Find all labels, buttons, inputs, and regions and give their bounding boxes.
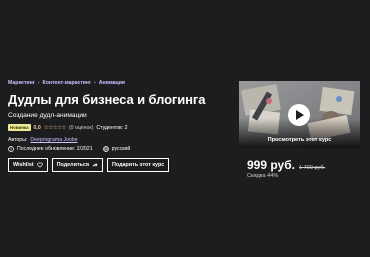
students-count: Студентов: 2 — [96, 124, 128, 131]
price-row: 999 руб. 1 790 руб. — [247, 158, 325, 172]
globe-icon — [102, 146, 109, 152]
rating-stars-icon: ☆☆☆☆☆ — [43, 124, 67, 131]
breadcrumb-item-content-marketing[interactable]: Контент-маркетинг — [43, 80, 92, 86]
course-preview[interactable]: Просмотреть этот курс — [239, 81, 360, 148]
breadcrumb-item-animation[interactable]: Анимация — [99, 80, 125, 86]
wishlist-button[interactable]: Wishlist — [8, 158, 48, 172]
gift-course-label: Подарить этот курс — [111, 162, 165, 168]
author-row: Авторы: Deeprograma Joobe — [8, 137, 78, 143]
alert-clock-icon — [8, 146, 14, 152]
gift-course-button[interactable]: Подарить этот курс — [106, 158, 170, 172]
current-price: 999 руб. — [247, 158, 295, 172]
rating-value: 0,0 — [33, 124, 41, 131]
new-badge: Новинка — [8, 124, 31, 131]
breadcrumb-item-marketing[interactable]: Маркетинг — [8, 80, 35, 86]
heart-icon — [36, 162, 43, 168]
preview-label: Просмотреть этот курс — [267, 137, 332, 143]
share-button[interactable]: Поделиться — [51, 158, 103, 172]
info-row: Последнее обновление: 2/2021 русский — [8, 146, 130, 152]
language-text: русский — [111, 146, 131, 152]
course-meta: Новинка 0,0 ☆☆☆☆☆ (0 оценок) Студентов: … — [8, 124, 128, 131]
last-updated: Последнее обновление: 2/2021 — [8, 146, 93, 152]
course-actions: Wishlist Поделиться Подарить этот курс — [8, 158, 170, 172]
original-price: 1 790 руб. — [298, 165, 326, 171]
last-updated-text: Последнее обновление: 2/2021 — [17, 146, 93, 152]
language: русский — [102, 146, 131, 152]
share-label: Поделиться — [56, 162, 89, 168]
wishlist-label: Wishlist — [13, 162, 34, 168]
chevron-right-icon: › — [37, 80, 40, 86]
share-arrow-icon — [92, 162, 98, 168]
course-title: Дудлы для бизнеса и блогинга — [8, 92, 206, 107]
course-subtitle: Создание дудл-анимации — [8, 112, 87, 119]
breadcrumb: Маркетинг › Контент-маркетинг › Анимация — [8, 80, 125, 86]
chevron-right-icon: › — [94, 80, 96, 86]
authors-label: Авторы: — [8, 137, 28, 143]
discount-label: Скидка 44% — [247, 173, 279, 179]
author-link[interactable]: Deeprograma Joobe — [30, 137, 77, 143]
play-icon[interactable] — [288, 104, 310, 126]
ratings-count[interactable]: (0 оценок) — [69, 125, 93, 131]
